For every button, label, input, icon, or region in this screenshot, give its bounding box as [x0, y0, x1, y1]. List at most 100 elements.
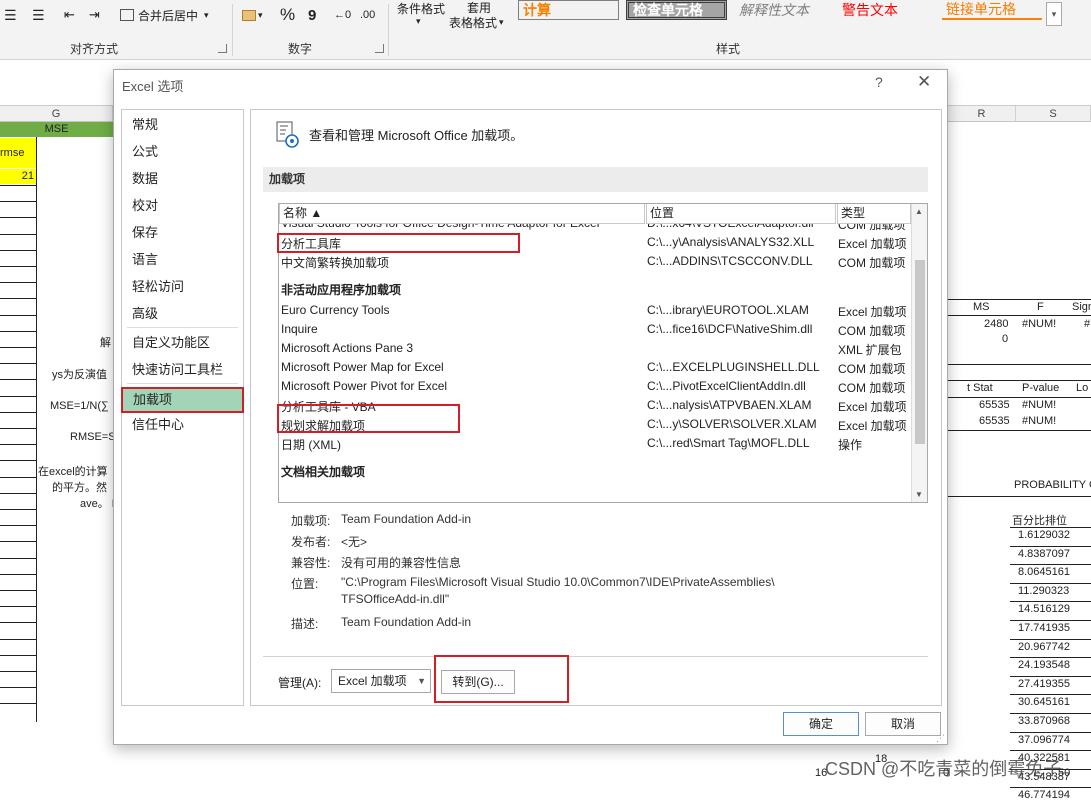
detail-desc-label: 描述:	[291, 617, 319, 631]
style-calc[interactable]: 计算	[518, 0, 619, 20]
col-header-type[interactable]: 类型	[837, 204, 911, 224]
nav-item-accessibility[interactable]: 轻松访问	[122, 275, 243, 299]
addin-name: Microsoft Power Map for Excel	[281, 360, 444, 374]
style-check-cell[interactable]: 检查单元格	[626, 0, 727, 20]
nav-item-customize-ribbon[interactable]: 自定义功能区	[122, 331, 243, 355]
table-format-button[interactable]: 表格格式 ▾	[449, 14, 504, 30]
addin-row[interactable]: Euro Currency Tools C:\...ibrary\EUROTOOL…	[279, 301, 911, 320]
goto-button[interactable]: 转到(G)...	[441, 670, 515, 694]
addin-name: 规划求解加载项	[281, 419, 366, 433]
ms-header: MS	[973, 301, 990, 313]
nav-item-language[interactable]: 语言	[122, 248, 243, 272]
table-border	[948, 380, 1091, 381]
styles-scroll-button[interactable]: ▾	[1046, 2, 1062, 26]
grid-border	[36, 122, 37, 722]
col-header-name[interactable]: 名称 ▲	[279, 204, 645, 224]
grid-line	[0, 444, 36, 445]
addin-row[interactable]: Inquire C:\...fice16\DCF\NativeShim.dll CO…	[279, 320, 911, 339]
currency-icon	[242, 9, 256, 21]
nav-item-general[interactable]: 常规	[122, 113, 243, 137]
rank-value: 8.0645161	[1018, 566, 1070, 579]
grid-line	[0, 201, 36, 202]
table-format-label-1[interactable]: 套用	[467, 0, 491, 15]
merge-center-button[interactable]: 合并后居中 ▾	[120, 4, 209, 26]
align-launcher-icon[interactable]	[218, 44, 227, 53]
resize-grip-icon[interactable]: ⋰	[936, 733, 945, 744]
grid-line	[1010, 601, 1091, 603]
manage-select[interactable]: Excel 加载项 ▼	[331, 669, 431, 693]
addin-row[interactable]: 日期 (XML) C:\...red\Smart Tag\MOFL.DLL 操作	[279, 434, 911, 453]
rank-value: 14.516129	[1018, 603, 1070, 616]
increase-decimal-icon[interactable]: ←0	[334, 4, 351, 26]
addins-gear-icon	[276, 121, 299, 148]
increase-indent-icon[interactable]: ⇥	[89, 4, 100, 26]
style-explanatory[interactable]: 解释性文本	[735, 0, 833, 20]
grid-line	[0, 347, 36, 348]
list-scrollbar[interactable]: ▲ ▼	[911, 204, 927, 502]
col-header-s[interactable]: S	[1016, 106, 1091, 122]
addin-row[interactable]: 分析工具库 - VBA C:\...nalysis\ATPVBAEN.XLAM Ex…	[279, 396, 911, 415]
col-header-location[interactable]: 位置	[646, 204, 836, 224]
excel-options-dialog: Excel 选项 ? ✕ 常规 公式 数据 校对 保存 语言 轻松访问 高级 自…	[113, 69, 948, 745]
addin-row[interactable]: Microsoft Power Map for Excel C:\...EXCEL…	[279, 358, 911, 377]
grid-line	[0, 266, 36, 267]
percent-button[interactable]: %	[280, 4, 295, 26]
conditional-format-button[interactable]: 条件格式	[397, 0, 445, 16]
nav-item-formulas[interactable]: 公式	[122, 140, 243, 164]
grid-line	[0, 460, 36, 461]
align-right-icon[interactable]: ☰	[32, 4, 45, 26]
grid-line	[0, 396, 36, 397]
style-linked-cell[interactable]: 链接单元格	[942, 0, 1042, 20]
list-group-header[interactable]: 非活动应用程序加载项	[279, 279, 911, 298]
nav-item-data[interactable]: 数据	[122, 167, 243, 191]
addin-name: Microsoft Actions Pane 3	[281, 341, 414, 355]
grid-line	[0, 234, 36, 235]
addin-type: Excel 加载项	[838, 237, 907, 251]
grid-line	[0, 574, 36, 575]
grid-line	[0, 525, 36, 526]
currency-format-button[interactable]: ▾	[242, 4, 263, 26]
addin-row[interactable]: 规划求解加载项 C:\...y\SOLVER\SOLVER.XLAM Excel 加…	[279, 415, 911, 434]
nav-item-trust-center[interactable]: 信任中心	[122, 413, 243, 437]
nav-item-addins[interactable]: 加载项	[121, 387, 244, 413]
close-icon[interactable]: ✕	[917, 72, 931, 92]
addin-row[interactable]: 分析工具库 C:\...y\Analysis\ANALYS32.XLL Excel …	[279, 233, 911, 252]
list-group-header[interactable]: 文档相关加载项	[279, 461, 911, 480]
merge-center-label: 合并后居中	[138, 8, 199, 23]
decrease-decimal-icon[interactable]: .00	[360, 4, 375, 26]
table-border	[948, 496, 1091, 497]
grid-line	[0, 541, 36, 542]
addin-row[interactable]: Microsoft Actions Pane 3 XML 扩展包	[279, 339, 911, 358]
scroll-thumb[interactable]	[915, 260, 925, 444]
decrease-indent-icon[interactable]: ⇤	[64, 4, 75, 26]
grid-line	[1010, 564, 1091, 566]
nav-item-proofing[interactable]: 校对	[122, 194, 243, 218]
cancel-button[interactable]: 取消	[865, 712, 941, 736]
nav-item-quick-access[interactable]: 快速访问工具栏	[122, 358, 243, 382]
addins-list[interactable]: Visual Studio Tools for Office Design-Ti…	[278, 203, 928, 503]
detail-addin-label: 加载项:	[291, 514, 331, 528]
grid-line	[0, 477, 36, 478]
left-text-5: 在excel的计算	[38, 466, 108, 478]
comma-style-button[interactable]: 9	[308, 4, 316, 26]
help-icon[interactable]: ?	[875, 74, 883, 90]
rank-header: 百分比排位	[1012, 515, 1067, 527]
grid-line	[0, 606, 36, 607]
align-center-icon[interactable]: ☰	[4, 4, 17, 26]
ms-value-1: 2480	[984, 318, 1009, 330]
addin-row[interactable]: Microsoft Power Pivot for Excel C:\...Piv…	[279, 377, 911, 396]
rank-value: 27.419355	[1018, 677, 1070, 690]
scroll-up-icon[interactable]: ▲	[915, 207, 923, 216]
grid-line	[1010, 638, 1091, 640]
addin-row[interactable]: 中文简繁转换加载项 C:\...ADDINS\TCSCCONV.DLL COM 加载…	[279, 252, 911, 271]
scroll-down-icon[interactable]: ▼	[915, 490, 923, 499]
pvalue-value-1: #NUM!	[1022, 399, 1057, 411]
sig-header: Signi	[1072, 301, 1091, 313]
col-header-g[interactable]: G	[0, 106, 113, 122]
ok-button[interactable]: 确定	[783, 712, 859, 736]
style-warning[interactable]: 警告文本	[838, 0, 936, 20]
nav-item-advanced[interactable]: 高级	[122, 302, 243, 326]
number-launcher-icon[interactable]	[375, 44, 384, 53]
nav-item-save[interactable]: 保存	[122, 221, 243, 245]
col-header-r[interactable]: R	[948, 106, 1016, 122]
